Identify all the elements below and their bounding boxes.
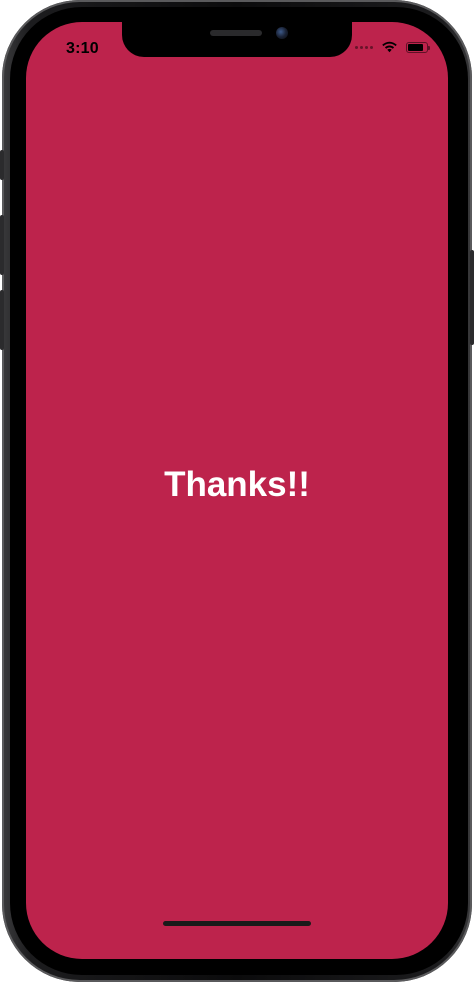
cellular-signal-icon (355, 45, 373, 49)
notch (122, 22, 352, 57)
battery-icon (406, 41, 430, 53)
home-indicator[interactable] (163, 921, 311, 926)
volume-up-button (0, 215, 4, 275)
speaker-grille (210, 30, 262, 36)
app-screen: 3:10 Thanks!! (26, 22, 448, 959)
wifi-icon (382, 41, 397, 53)
mute-switch (0, 150, 4, 180)
status-time: 3:10 (66, 40, 99, 57)
volume-down-button (0, 290, 4, 350)
power-button (470, 250, 474, 345)
camera-icon (276, 27, 288, 39)
status-indicators (355, 41, 430, 53)
thanks-message: Thanks!! (164, 465, 310, 504)
